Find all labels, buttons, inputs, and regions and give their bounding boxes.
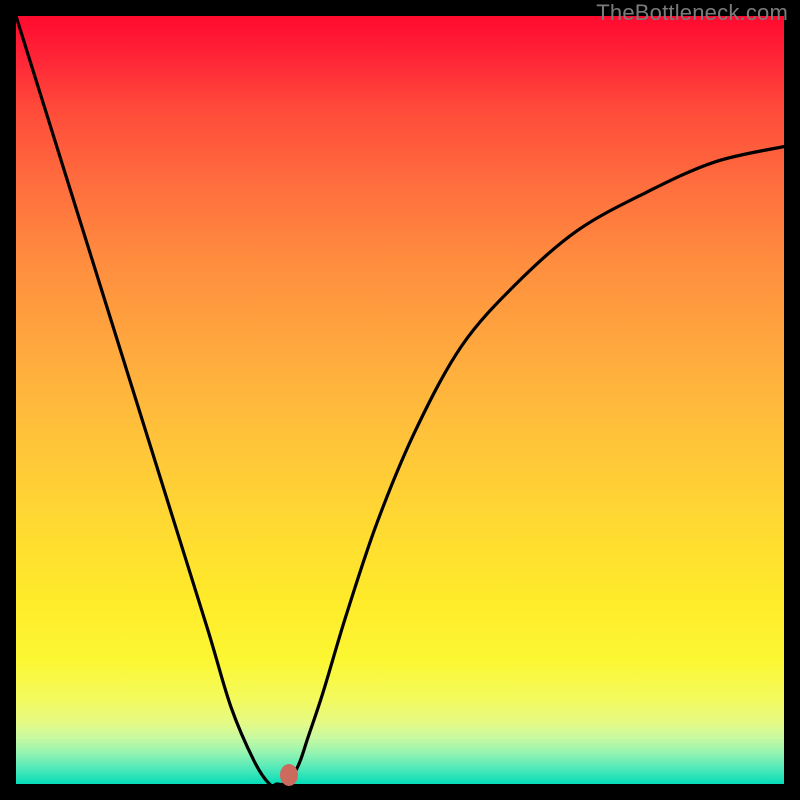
minimum-marker bbox=[280, 764, 298, 786]
watermark-text: TheBottleneck.com bbox=[596, 0, 788, 26]
chart-frame: TheBottleneck.com bbox=[0, 0, 800, 800]
curve-path bbox=[16, 16, 784, 784]
bottleneck-curve bbox=[16, 16, 784, 784]
